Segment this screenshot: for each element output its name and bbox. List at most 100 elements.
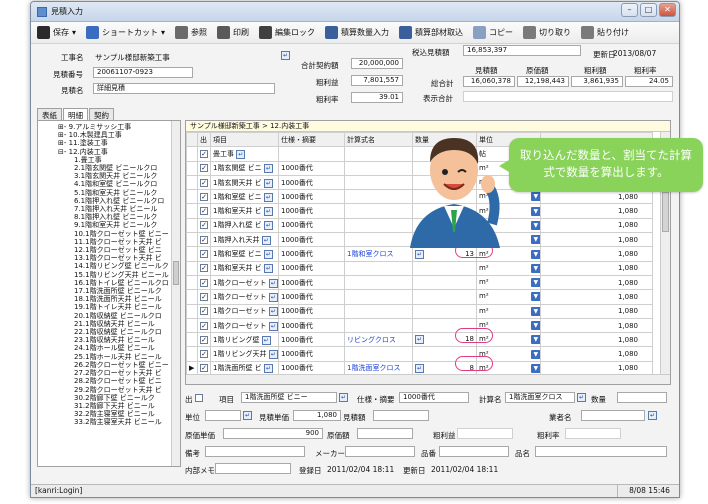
tree-node[interactable]: 15.1階リビング天井 ビニール	[58, 271, 180, 279]
tree-node[interactable]: ⊞- 10.木製建具工事	[58, 131, 180, 139]
tree-node[interactable]: 32.2階主寝室壁 ビニール	[58, 410, 180, 418]
tree-node[interactable]: 16.1階トイレ壁 ビニールクロ	[58, 279, 180, 287]
tree-node[interactable]: 26.2階クローゼット壁 ビニー	[58, 361, 180, 369]
tree-node[interactable]: 10.1階クローゼット壁 ビニー	[58, 230, 180, 238]
tree-node[interactable]: 7.1階押入れ天井 ビニール	[58, 205, 180, 213]
tree-node[interactable]: 30.2階廊下壁 ビニールク	[58, 394, 180, 402]
row-checkbox[interactable]: ✓	[200, 278, 208, 287]
tree-node[interactable]: 20.1階収納壁 ビニールクロ	[58, 312, 180, 320]
unit-dropdown-icon[interactable]: ▼	[530, 363, 540, 373]
unit-picker-icon[interactable]: ↵	[243, 411, 252, 420]
table-row[interactable]: ✓ 1階和室天井 ビ ↵ 1000番代 m² ▼ 1,080	[186, 260, 653, 276]
qty-field[interactable]	[617, 392, 667, 403]
toolbar-button-6[interactable]: 積算部材取込	[399, 26, 463, 39]
toolbar-button-9[interactable]: 貼り付け	[581, 26, 629, 39]
tree-node[interactable]: 12.1階クローゼット壁 ビニ	[58, 246, 180, 254]
item-picker-icon[interactable]: ↵	[263, 164, 273, 174]
tree-node[interactable]: 2.1階玄関壁 ビニールクロ	[58, 164, 180, 172]
table-row[interactable]: ✓ 1階クローゼット ↵ 1000番代 m² ▼ 1,080	[186, 274, 653, 291]
maximize-button[interactable]: □	[640, 3, 657, 17]
tree-scrollbar[interactable]	[171, 121, 180, 466]
col-spec[interactable]: 仕様・摘要	[278, 131, 345, 148]
formula-picker-icon[interactable]: ↵	[415, 249, 424, 259]
toolbar-button-3[interactable]: 印刷	[217, 26, 249, 39]
item-picker-icon[interactable]: ↵	[263, 364, 273, 374]
table-row[interactable]: ✓ 1階リビング天井 ↵ 1000番代 m² ▼ 1,080	[186, 346, 653, 362]
note-field[interactable]	[205, 446, 305, 457]
close-button[interactable]: ✕	[659, 3, 676, 17]
table-row[interactable]: ✓ 1階クローゼット ↵ 1000番代 m² ▼ 1,080	[186, 317, 653, 334]
col-out[interactable]: 出	[197, 131, 211, 148]
row-checkbox[interactable]: ✓	[200, 192, 208, 201]
spec-field[interactable]: 1000番代	[399, 392, 469, 403]
tree-node[interactable]: 25.1階ホール天井 ビニール	[58, 353, 180, 361]
item-picker-icon[interactable]: ↵	[261, 235, 271, 245]
tree-node[interactable]: 9.1階和室天井 ビニールク	[58, 221, 180, 229]
tree-node[interactable]: ⊞- 11.塗装工事	[58, 139, 180, 147]
cost-unit-field[interactable]: 900	[223, 428, 323, 439]
tree-node[interactable]: 18.1階洗面所天井 ビニール	[58, 295, 180, 303]
item-picker-icon[interactable]: ↵	[263, 221, 273, 231]
row-checkbox[interactable]: ✓	[200, 250, 208, 259]
tree-node[interactable]: 5.1階和室天井 ビニールク	[58, 189, 180, 197]
toolbar-button-8[interactable]: 切り取り	[523, 26, 571, 39]
table-row[interactable]: ✓ 1階クローゼット ↵ 1000番代 m² ▼ 1,080	[186, 289, 653, 305]
tree-node[interactable]: ⊞- 9.アルミサッシ工事	[58, 123, 180, 131]
formula-picker-icon[interactable]: ↵	[577, 393, 586, 402]
row-checkbox[interactable]: ✓	[200, 235, 208, 244]
item-picker-icon[interactable]: ↵	[339, 393, 348, 402]
unit-dropdown-icon[interactable]: ▼	[530, 220, 540, 230]
out-checkbox[interactable]	[195, 394, 203, 402]
tree-node[interactable]: 19.1階トイレ天井 ビニール	[58, 303, 180, 311]
unit-dropdown-icon[interactable]: ▼	[530, 335, 540, 345]
row-checkbox[interactable]: ✓	[200, 178, 208, 187]
unit-dropdown-icon[interactable]: ▼	[530, 263, 540, 273]
tree-node[interactable]: 8.1階押入れ壁 ビニールク	[58, 213, 180, 221]
unit-dropdown-icon[interactable]: ▼	[530, 206, 540, 216]
tree-node[interactable]: 21.1階収納天井 ビニール	[58, 320, 180, 328]
item-picker-icon[interactable]: ↵	[268, 292, 278, 302]
row-checkbox[interactable]: ✓	[200, 350, 208, 359]
project-picker-icon[interactable]: ↵	[281, 51, 290, 60]
table-row[interactable]: ✓ 1階和室壁 ビニ ↵ 1000番代 1階和室クロス ↵ 13 m² ▼ 1,080	[186, 246, 653, 262]
tree-node[interactable]: 28.2階クローゼット壁 ビニ	[58, 377, 180, 385]
item-picker-icon[interactable]: ↵	[268, 278, 278, 288]
unit-dropdown-icon[interactable]: ▼	[530, 306, 540, 316]
tree-node[interactable]: 23.1階収納天井 ビニール	[58, 336, 180, 344]
name-field[interactable]: 詳細見積	[93, 83, 275, 94]
item-picker-icon[interactable]: ↵	[261, 335, 271, 345]
product-no-field[interactable]	[439, 446, 509, 457]
unit-dropdown-icon[interactable]: ▼	[530, 192, 540, 202]
toolbar-button-2[interactable]: 参照	[175, 26, 207, 39]
grid-horizontal-scrollbar[interactable]	[186, 374, 670, 384]
item-picker-icon[interactable]: ↵	[263, 192, 273, 202]
maker-field[interactable]	[345, 446, 415, 457]
row-checkbox[interactable]: ✓	[200, 321, 208, 330]
chevron-down-icon[interactable]: ▾	[72, 28, 76, 37]
toolbar-button-5[interactable]: 積算数量入力	[325, 26, 389, 39]
item-picker-icon[interactable]: ↵	[268, 307, 278, 317]
tree-node[interactable]: 13.1階クローゼット天井 ビ	[58, 254, 180, 262]
contract-value[interactable]: 20,000,000	[351, 58, 403, 69]
tree-node[interactable]: 29.2階クローゼット天井 ビ	[58, 386, 180, 394]
row-checkbox[interactable]: ✓	[200, 292, 208, 301]
item-picker-icon[interactable]: ↵	[263, 250, 273, 260]
toolbar-button-4[interactable]: 編集ロック	[259, 26, 315, 39]
tree-node[interactable]: 4.1階和室壁 ビニールクロ	[58, 180, 180, 188]
item-picker-icon[interactable]: ↵	[268, 321, 278, 331]
item-field[interactable]: 1階洗面所壁 ビニー	[241, 392, 337, 403]
row-checkbox[interactable]: ✓	[200, 207, 208, 216]
unit-dropdown-icon[interactable]: ▼	[530, 349, 540, 359]
item-picker-icon[interactable]: ↵	[268, 350, 278, 360]
table-row[interactable]: ✓ 1階クローゼット ↵ 1000番代 m² ▼ 1,080	[186, 303, 653, 319]
toolbar-button-7[interactable]: コピー	[473, 26, 513, 39]
unit-dropdown-icon[interactable]: ▼	[530, 278, 540, 288]
row-checkbox[interactable]: ✓	[200, 335, 208, 344]
item-picker-icon[interactable]: ↵	[263, 178, 273, 188]
row-checkbox[interactable]: ✓	[200, 164, 208, 173]
tree-node[interactable]: 3.1階玄関天井 ビニールク	[58, 172, 180, 180]
trader-field[interactable]	[581, 410, 645, 421]
unit-dropdown-icon[interactable]: ▼	[530, 249, 540, 259]
product-name-field[interactable]	[535, 446, 667, 457]
item-picker-icon[interactable]: ↵	[263, 207, 273, 217]
